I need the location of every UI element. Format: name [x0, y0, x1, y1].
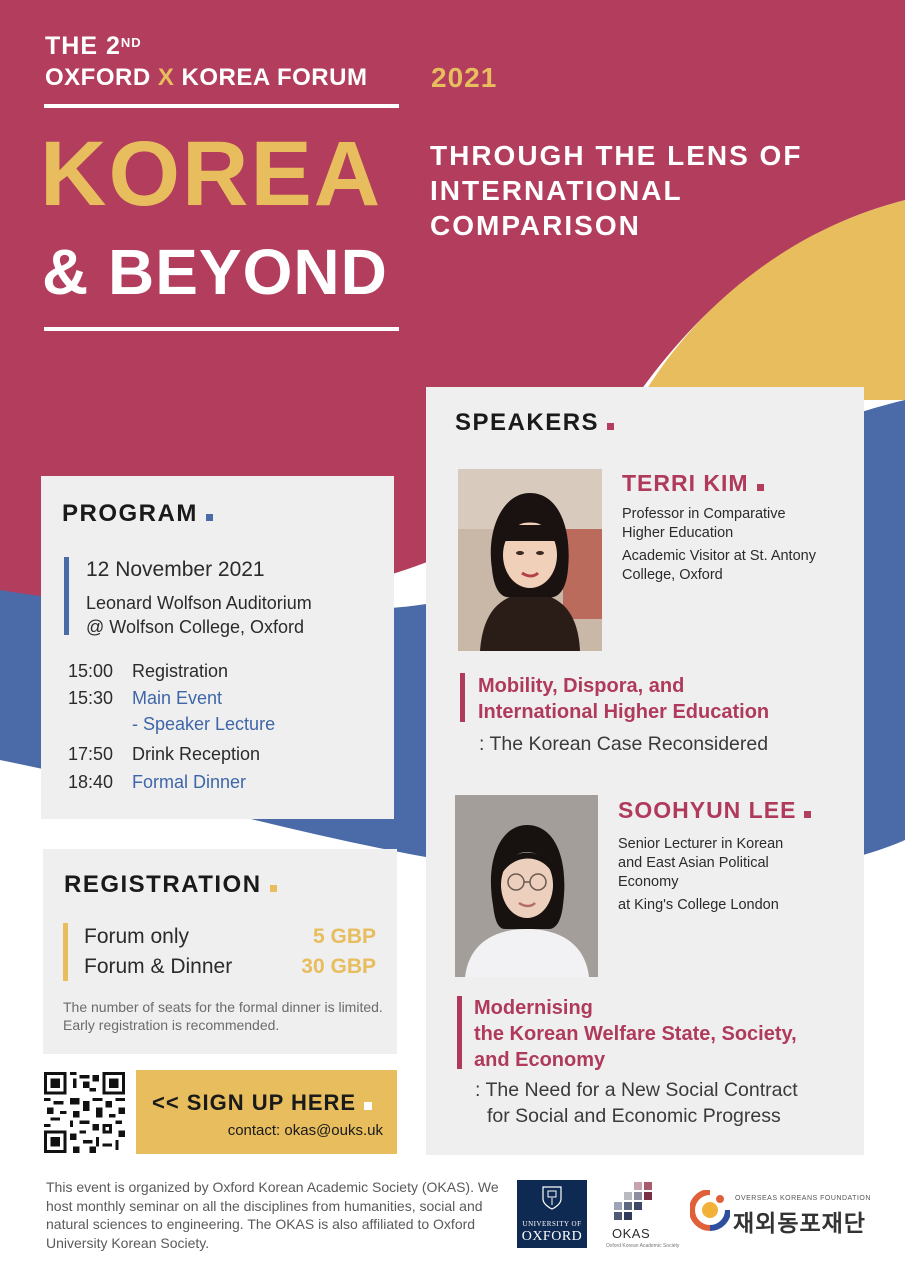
program-venue: Leonard Wolfson Auditorium @ Wolfson Col…	[86, 591, 312, 639]
square-bullet-icon	[756, 484, 764, 491]
speaker-photo-soohyun-lee	[455, 795, 598, 977]
edition-suffix: ND	[120, 35, 142, 50]
oxford-crest-icon	[542, 1186, 562, 1210]
schedule-time: 15:00	[68, 661, 114, 681]
foundation-name-korean: 재외동포재단	[733, 1210, 866, 1236]
fee-price: 30 GBP	[301, 955, 376, 978]
okas-fullname: Oxford Korean Academic Society	[606, 1243, 680, 1249]
headline-beyond: & BEYOND	[42, 236, 388, 308]
venue-line: @ Wolfson College, Oxford	[86, 617, 305, 637]
schedule-item: 17:50 Drink Reception	[68, 741, 260, 767]
speaker-affiliation: Academic Visitor at St. Antony College, …	[622, 548, 816, 583]
talk-subtitle: for Social and Economic Progress	[487, 1105, 781, 1127]
talk-accent-bar	[460, 673, 465, 722]
foundation-name-english: OVERSEAS KOREANS FOUNDATION	[735, 1195, 871, 1202]
speakers-title: SPEAKERS	[455, 409, 615, 437]
edition-text: THE 2	[45, 32, 121, 60]
forum-year: 2021	[431, 62, 498, 93]
speaker-name-text: SOOHYUN LEE	[618, 797, 797, 823]
headline-subtitle: THROUGH THE LENS OF INTERNATIONAL COMPAR…	[430, 138, 802, 243]
registration-note: The number of seats for the formal dinne…	[63, 999, 383, 1033]
person-photo-icon	[455, 795, 598, 977]
speaker-affiliation: at King's College London	[618, 897, 779, 913]
registration-title-text: REGISTRATION	[64, 871, 262, 898]
talk-title-line: Mobility, Dispora, and	[478, 675, 685, 697]
schedule-time: 15:30	[68, 688, 114, 708]
oxford-line1: UNIVERSITY OF	[522, 1220, 582, 1228]
schedule-item: 15:30 Main Event	[68, 685, 222, 711]
signup-label: << SIGN UP HERE	[152, 1090, 373, 1116]
speaker-name-text: TERRI KIM	[622, 470, 749, 496]
subtitle-line: COMPARISON	[430, 210, 641, 241]
square-bullet-icon	[804, 811, 812, 818]
forum-name: OXFORD X KOREA FORUM	[45, 64, 367, 92]
registration-title: REGISTRATION	[64, 871, 277, 899]
program-date: 12 November 2021	[86, 558, 265, 581]
venue-line: Leonard Wolfson Auditorium	[86, 593, 312, 613]
overseas-koreans-foundation-logo-icon	[690, 1190, 730, 1231]
program-title-text: PROGRAM	[62, 500, 198, 527]
talk-title-line: International Higher Education	[478, 701, 770, 723]
schedule-event: Registration	[132, 661, 229, 681]
speaker-affiliation: Professor in Comparative Higher Educatio…	[622, 506, 786, 541]
forum-edition: THE 2ND	[45, 32, 142, 60]
schedule-item: 15:00 Registration	[68, 658, 228, 684]
program-accent-bar	[64, 557, 69, 635]
fee-label: Forum & Dinner	[84, 955, 233, 978]
subtitle-line: INTERNATIONAL	[430, 175, 683, 206]
talk-title-line: the Korean Welfare State, Society,	[474, 1023, 797, 1045]
schedule-item: - Speaker Lecture	[68, 711, 275, 737]
fee-price: 5 GBP	[312, 925, 376, 948]
oxford-logo: UNIVERSITY OF OXFORD	[517, 1180, 587, 1248]
talk-subtitle: : The Korean Case Reconsidered	[479, 733, 769, 755]
header-rule-bottom	[44, 327, 399, 331]
speakers-title-text: SPEAKERS	[455, 409, 600, 436]
forum-name-left: OXFORD	[45, 64, 151, 91]
person-photo-icon	[458, 469, 602, 651]
talk-title: Mobility, Dispora, and International Hig…	[478, 673, 838, 725]
signup-button[interactable]: << SIGN UP HERE contact: okas@ouks.uk	[136, 1070, 397, 1154]
speaker-photo-terri-kim	[458, 469, 602, 651]
subtitle-line: THROUGH THE LENS OF	[430, 140, 803, 171]
qr-code-icon[interactable]	[44, 1072, 125, 1153]
schedule-event: Main Event	[132, 688, 223, 708]
talk-subtitle: : The Need for a New Social Contract	[475, 1079, 798, 1101]
speaker-name: TERRI KIM	[622, 470, 764, 497]
speaker-name: SOOHYUN LEE	[618, 797, 812, 824]
oxford-line2: OXFORD	[521, 1229, 583, 1244]
talk-title: Modernising the Korean Welfare State, So…	[474, 995, 854, 1073]
header-rule-top	[44, 104, 399, 108]
okas-logo-icon	[614, 1182, 652, 1220]
fee-label: Forum only	[84, 925, 190, 948]
schedule-event: Drink Reception	[132, 744, 261, 764]
talk-title-line: and Economy	[474, 1049, 606, 1071]
square-bullet-icon	[269, 885, 277, 892]
okas-wordmark: OKAS	[612, 1226, 651, 1241]
schedule-event: - Speaker Lecture	[132, 714, 276, 734]
square-bullet-icon	[607, 423, 615, 430]
registration-accent-bar	[63, 923, 68, 981]
square-bullet-icon	[364, 1102, 373, 1110]
talk-title-line: Modernising	[474, 997, 593, 1019]
schedule-item: 18:40 Formal Dinner	[68, 769, 246, 795]
organizer-description: This event is organized by Oxford Korean…	[46, 1179, 499, 1251]
square-bullet-icon	[205, 514, 213, 521]
signup-label-text: << SIGN UP HERE	[152, 1090, 357, 1115]
schedule-time: 17:50	[68, 744, 114, 764]
speaker-affiliation: Senior Lecturer in Korean and East Asian…	[618, 836, 784, 890]
schedule-event: Formal Dinner	[132, 772, 247, 792]
schedule-time: 18:40	[68, 772, 114, 792]
contact-email[interactable]: contact: okas@ouks.uk	[228, 1122, 383, 1139]
forum-name-right: KOREA FORUM	[181, 64, 368, 91]
talk-accent-bar	[457, 996, 462, 1069]
headline-korea: KOREA	[40, 123, 383, 225]
program-title: PROGRAM	[62, 500, 213, 528]
forum-name-x: X	[157, 64, 175, 91]
